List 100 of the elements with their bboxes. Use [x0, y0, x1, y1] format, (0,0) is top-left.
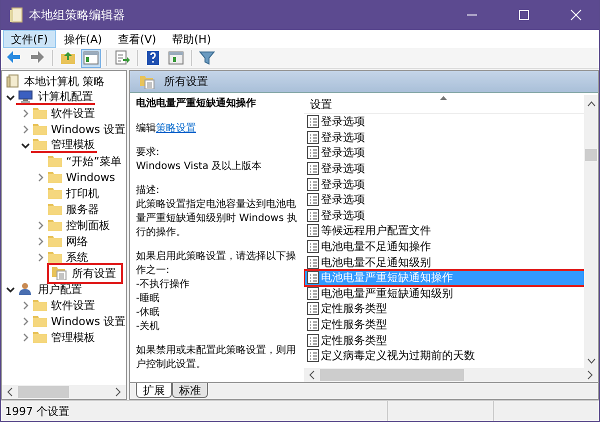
setting-row[interactable]: 等候远程用户配置文件 — [304, 223, 584, 239]
policy-icon — [307, 256, 319, 269]
policy-icon — [307, 208, 319, 222]
tree-item[interactable]: 网络 — [46, 234, 90, 248]
setting-row[interactable]: 登录选项 — [304, 192, 584, 208]
folder-icon — [33, 123, 47, 135]
tree-item[interactable]: 计算机配置 — [16, 90, 95, 104]
menu-item[interactable]: 文件(F) — [3, 30, 56, 48]
tree-item[interactable]: 管理模板 — [31, 138, 97, 152]
policy-icon — [307, 130, 319, 144]
folder-icon — [48, 203, 62, 215]
tree-item[interactable]: 控制面板 — [46, 218, 112, 232]
close-icon — [570, 9, 582, 21]
scroll-left-icon[interactable] — [308, 370, 316, 380]
description-text: 如果启用此策略设置，请选择以下操作之一: -不执行操作 -睡眠 -休眠 -关机 — [136, 250, 297, 334]
filter-icon — [199, 50, 215, 66]
pane-title: 所有设置 — [164, 74, 208, 89]
setting-row[interactable]: 定义病毒定义视为过期前的天数 — [304, 348, 584, 364]
setting-row[interactable]: 登录选项 — [304, 160, 584, 176]
setting-row[interactable]: 电池电量不足通知级别 — [304, 254, 584, 270]
policy-settings-link[interactable]: 策略设置 — [156, 123, 196, 134]
user-icon — [18, 282, 34, 296]
description-text: 描述: 此策略设置指定电池容量达到电池电量严重短缺通知级别时 Windows 执行的操作。 — [136, 184, 298, 240]
tree-item[interactable]: 本地计算机 策略 — [4, 74, 106, 88]
policy-icon — [307, 240, 319, 254]
menu-item[interactable]: 查看(V) — [110, 30, 164, 48]
policy-icon — [307, 224, 319, 238]
scroll-up-icon[interactable] — [586, 101, 596, 107]
tree-item[interactable]: Windows 设置 — [31, 122, 126, 136]
policy-icon — [307, 286, 319, 300]
window-title: 本地组策略编辑器 — [29, 6, 126, 24]
policy-icon — [307, 115, 319, 128]
setting-title: 电池电量严重短缺通知操作 — [136, 97, 257, 111]
setting-row[interactable]: 定性服务类型 — [304, 332, 584, 348]
setting-row[interactable]: 电池电量不足通知操作 — [304, 238, 584, 254]
folder-icon — [33, 331, 47, 343]
forward-arrow-icon — [29, 50, 45, 66]
folder-icon — [48, 219, 62, 231]
folder-icon — [48, 155, 62, 167]
tree-item[interactable]: Windows — [46, 170, 118, 184]
description-text: 如果禁用或未配置此策略设置，则用户控制此设置。 — [136, 344, 297, 372]
folder-up-icon — [60, 50, 76, 66]
setting-row[interactable]: 定性服务类型 — [304, 301, 584, 317]
setting-row[interactable]: 定性服务类型 — [304, 316, 584, 332]
folder-icon — [33, 315, 47, 327]
scrollbar-thumb[interactable] — [18, 386, 69, 398]
status-text: 1997 个设置 — [4, 404, 70, 420]
setting-row[interactable]: 电池电量严重短缺通知级别 — [304, 286, 584, 302]
horizontal-scrollbar[interactable] — [304, 368, 598, 382]
scroll-left-icon[interactable] — [6, 387, 14, 397]
policy-icon — [307, 193, 319, 206]
description-text: 要求: Windows Vista 及以上版本 — [136, 146, 263, 174]
view-tab[interactable]: 标准 — [172, 383, 208, 398]
policy-icon — [307, 302, 319, 316]
tree-item[interactable]: Windows 设置 — [31, 314, 126, 328]
vertical-scrollbar[interactable] — [584, 95, 598, 368]
maximize-icon — [518, 9, 530, 21]
tree-item[interactable]: 软件设置 — [31, 106, 97, 120]
folder-icon — [33, 299, 47, 311]
tree-item[interactable]: 打印机 — [46, 186, 101, 200]
setting-row[interactable]: 登录选项 — [304, 114, 584, 130]
tree-item[interactable]: “开始”菜单 — [46, 154, 124, 168]
tree-item[interactable]: 系统 — [46, 250, 90, 264]
horizontal-scrollbar[interactable] — [2, 385, 126, 399]
folder-icon — [48, 235, 62, 247]
settings-folder-icon — [52, 266, 68, 280]
policy-icon — [307, 349, 319, 362]
menu-item[interactable]: 操作(A) — [56, 30, 110, 48]
scroll-down-icon[interactable] — [586, 358, 596, 364]
folder-icon — [48, 187, 62, 199]
tree-item[interactable]: 软件设置 — [31, 298, 97, 312]
computer-icon — [18, 90, 34, 102]
tree-item[interactable]: 服务器 — [46, 202, 101, 216]
folder-icon — [33, 138, 47, 150]
scrollbar-thumb[interactable] — [320, 369, 464, 381]
menu-item[interactable]: 帮助(H) — [164, 30, 219, 48]
setting-row[interactable]: 登录选项 — [304, 208, 584, 224]
setting-row[interactable]: 登录选项 — [304, 145, 584, 161]
column-header[interactable]: 设置 — [310, 96, 332, 112]
filter-button[interactable] — [197, 48, 217, 68]
policy-icon — [307, 178, 319, 191]
tree-item[interactable]: 所有设置 — [50, 266, 120, 280]
pane-icon — [83, 50, 99, 66]
tree-item[interactable]: 管理模板 — [31, 330, 97, 344]
scroll-icon — [6, 74, 20, 88]
folder-icon — [48, 251, 62, 263]
setting-row[interactable]: 登录选项 — [304, 130, 584, 146]
scrollbar-thumb[interactable] — [585, 149, 597, 161]
policy-icon — [307, 318, 319, 332]
pane-button[interactable] — [81, 48, 101, 68]
edit-label: 编辑 — [136, 123, 156, 134]
folder-icon — [33, 107, 47, 119]
pane-button[interactable] — [166, 48, 186, 68]
settings-folder-icon — [140, 74, 156, 88]
folder-icon — [48, 171, 62, 183]
tree-item[interactable]: 用户配置 — [16, 282, 84, 296]
setting-row[interactable]: 登录选项 — [304, 176, 584, 192]
view-tab[interactable]: 扩展 — [136, 383, 172, 398]
scroll-right-icon[interactable] — [586, 370, 594, 380]
scroll-right-icon[interactable] — [114, 387, 122, 397]
